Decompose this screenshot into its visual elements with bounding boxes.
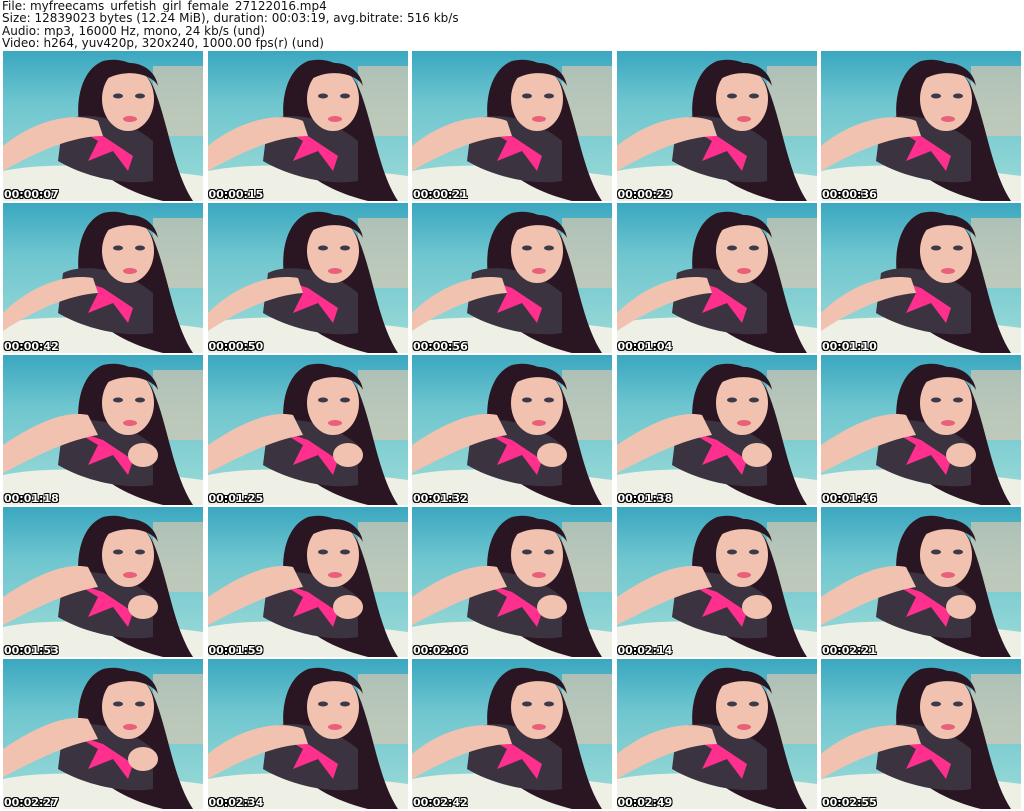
video-thumbnail: 00:00:56	[412, 203, 612, 353]
video-frame-image	[616, 507, 817, 657]
thumbnail-timestamp: 00:02:06	[413, 644, 468, 657]
video-thumbnail: 00:01:38	[616, 355, 817, 505]
audio-info-line: Audio: mp3, 16000 Hz, mono, 24 kb/s (und…	[2, 24, 266, 38]
video-thumbnail: 00:00:36	[821, 51, 1021, 201]
video-thumbnail: 00:02:55	[821, 659, 1021, 809]
file-size-line: Size: 12839023 bytes (12.24 MiB), durati…	[2, 12, 459, 25]
video-thumbnail: 00:01:32	[412, 355, 612, 505]
thumbnail-timestamp: 00:00:07	[4, 188, 59, 201]
thumbnail-timestamp: 00:02:27	[4, 796, 59, 809]
video-frame-image	[412, 659, 612, 809]
video-thumbnail: 00:01:25	[207, 355, 408, 505]
video-thumbnail: 00:02:27	[3, 659, 203, 809]
thumbnail-timestamp: 00:00:42	[4, 340, 59, 353]
video-frame-image	[207, 659, 408, 809]
video-frame-image	[616, 659, 817, 809]
video-frame-image	[821, 355, 1021, 505]
video-thumbnail: 00:02:49	[616, 659, 817, 809]
thumbnail-timestamp: 00:00:36	[822, 188, 877, 201]
file-name-line: File: myfreecams_urfetish_girl_female_27…	[2, 0, 327, 13]
video-frame-image	[821, 659, 1021, 809]
thumbnail-timestamp: 00:00:15	[208, 188, 264, 201]
thumbnail-timestamp: 00:01:32	[413, 492, 468, 505]
thumbnail-timestamp: 00:00:21	[413, 188, 468, 201]
thumbnail-grid: 00:00:07 00:00:15 00:00:21 00:00:29 00:00:36…	[3, 51, 1021, 810]
thumbnail-timestamp: 00:01:10	[822, 340, 877, 353]
video-frame-image	[821, 507, 1021, 657]
video-thumbnail: 00:00:50	[207, 203, 408, 353]
thumbnail-timestamp: 00:01:53	[4, 644, 59, 657]
thumbnail-timestamp: 00:00:29	[617, 188, 673, 201]
video-thumbnail: 00:00:15	[207, 51, 408, 201]
video-thumbnail: 00:01:46	[821, 355, 1021, 505]
thumbnail-timestamp: 00:01:46	[822, 492, 877, 505]
thumbnail-timestamp: 00:02:42	[413, 796, 468, 809]
video-thumbnail: 00:02:06	[412, 507, 612, 657]
video-frame-image	[207, 203, 408, 353]
video-thumbnail: 00:01:10	[821, 203, 1021, 353]
video-frame-image	[207, 355, 408, 505]
video-thumbnail: 00:01:18	[3, 355, 203, 505]
thumbnail-timestamp: 00:02:34	[208, 796, 264, 809]
thumbnail-timestamp: 00:00:50	[208, 340, 264, 353]
video-thumbnail: 00:00:29	[616, 51, 817, 201]
thumbnail-timestamp: 00:02:21	[822, 644, 877, 657]
video-frame-image	[3, 51, 203, 201]
video-thumbnail: 00:02:14	[616, 507, 817, 657]
thumbnail-timestamp: 00:02:55	[822, 796, 877, 809]
video-frame-image	[412, 203, 612, 353]
video-frame-image	[821, 51, 1021, 201]
thumbnail-timestamp: 00:02:14	[617, 644, 673, 657]
video-frame-image	[616, 203, 817, 353]
video-thumbnail: 00:00:42	[3, 203, 203, 353]
thumbnail-timestamp: 00:01:25	[208, 492, 264, 505]
video-frame-image	[412, 507, 612, 657]
video-info-line: Video: h264, yuv420p, 320x240, 1000.00 f…	[2, 37, 324, 50]
video-frame-image	[616, 51, 817, 201]
thumbnail-timestamp: 00:02:49	[617, 796, 673, 809]
video-thumbnail: 00:02:34	[207, 659, 408, 809]
video-frame-image	[412, 51, 612, 201]
video-thumbnail: 00:00:21	[412, 51, 612, 201]
video-thumbnail: 00:00:07	[3, 51, 203, 201]
video-frame-image	[821, 203, 1021, 353]
thumbnail-timestamp: 00:00:56	[413, 340, 468, 353]
video-frame-image	[3, 355, 203, 505]
file-info-header: File: myfreecams_urfetish_girl_female_27…	[2, 0, 1020, 50]
thumbnail-timestamp: 00:01:04	[617, 340, 673, 353]
video-frame-image	[207, 507, 408, 657]
thumbnail-timestamp: 00:01:59	[208, 644, 264, 657]
video-thumbnail: 00:02:42	[412, 659, 612, 809]
video-frame-image	[207, 51, 408, 201]
video-frame-image	[412, 355, 612, 505]
video-thumbnail: 00:01:04	[616, 203, 817, 353]
video-thumbnail: 00:02:21	[821, 507, 1021, 657]
video-frame-image	[3, 659, 203, 809]
video-thumbnail: 00:01:59	[207, 507, 408, 657]
thumbnail-timestamp: 00:01:18	[4, 492, 59, 505]
video-frame-image	[616, 355, 817, 505]
thumbnail-timestamp: 00:01:38	[617, 492, 673, 505]
video-frame-image	[3, 507, 203, 657]
video-thumbnail: 00:01:53	[3, 507, 203, 657]
video-frame-image	[3, 203, 203, 353]
